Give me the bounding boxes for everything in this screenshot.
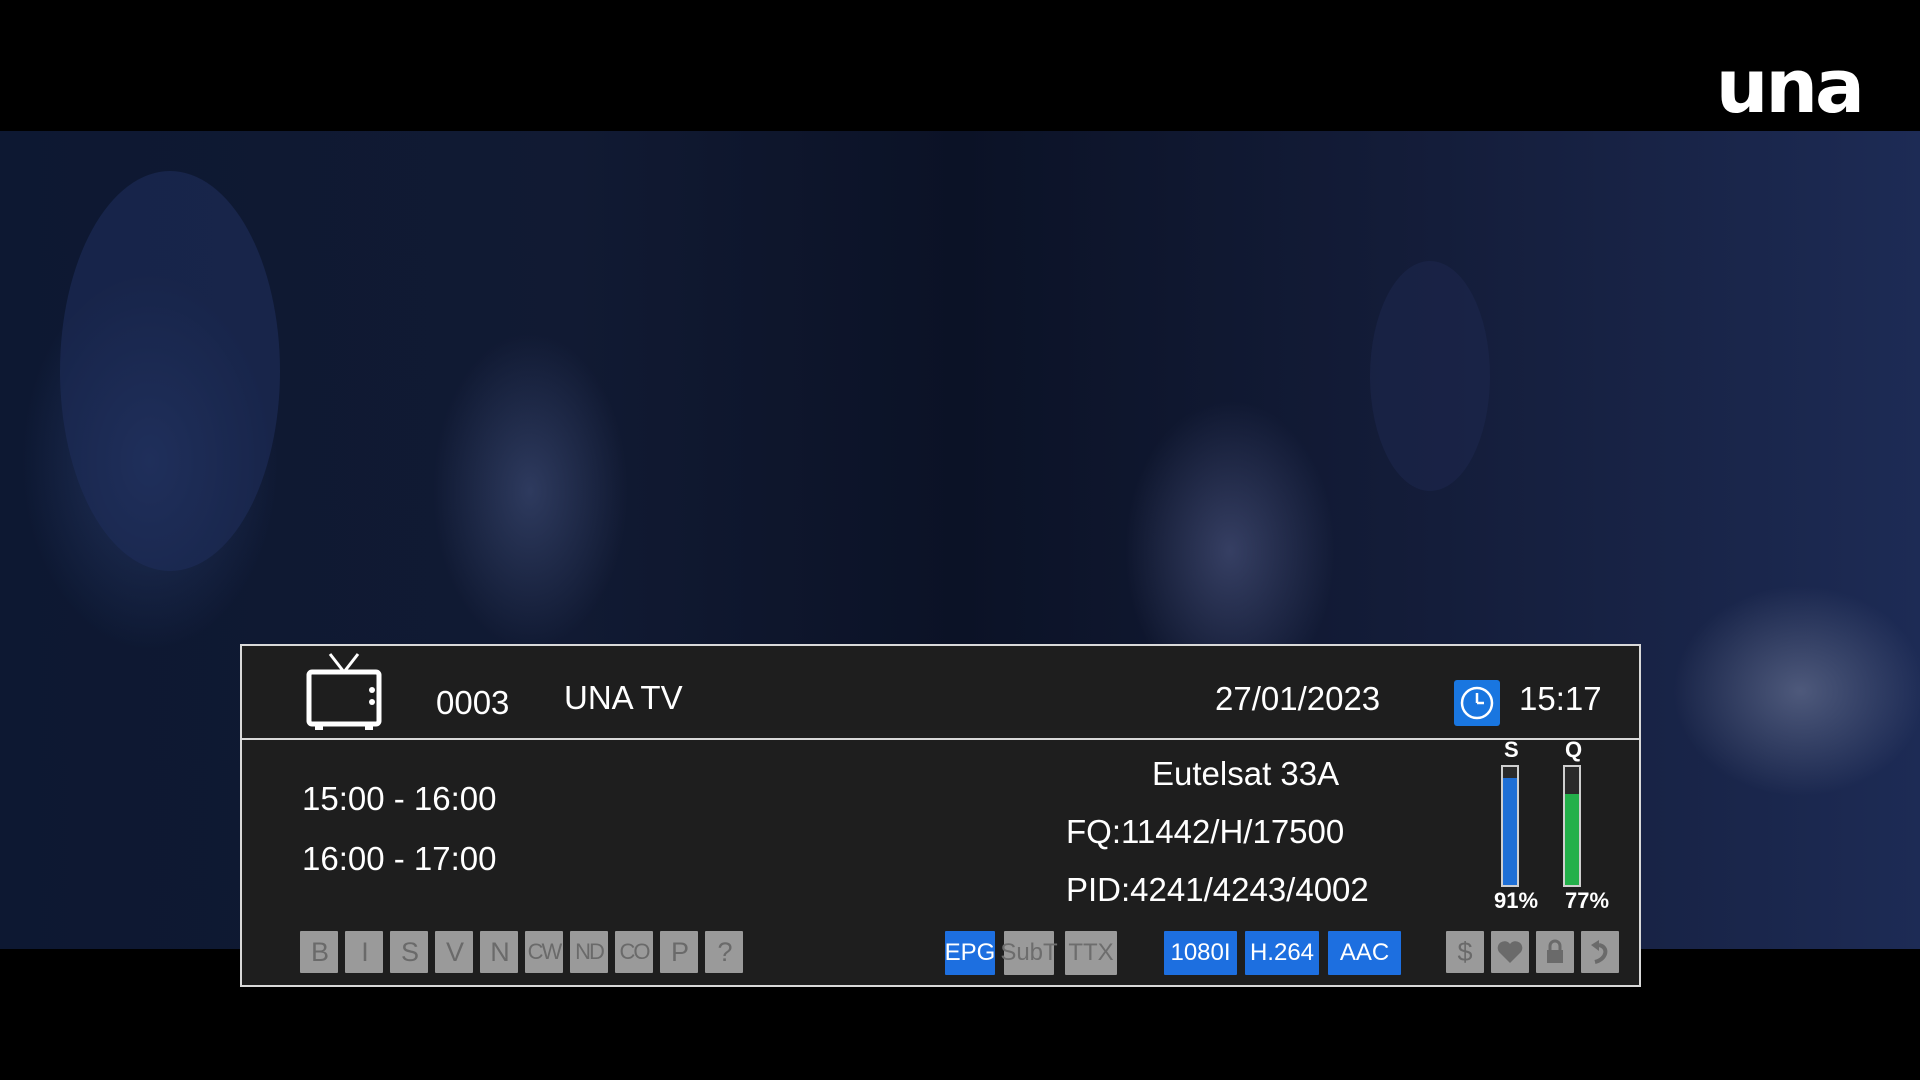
banner-header: 0003 UNA TV 27/01/2023 15:17 xyxy=(242,646,1639,740)
video-codec-badge: H.264 xyxy=(1245,931,1319,975)
clock-icon xyxy=(1454,680,1500,726)
heart-icon xyxy=(1491,931,1529,973)
signal-quality-value: 77% xyxy=(1565,888,1610,913)
flag-help: ? xyxy=(705,931,743,973)
skip-icon xyxy=(1581,931,1619,973)
flag-v: V xyxy=(435,931,473,973)
flag-b: B xyxy=(300,931,338,973)
teletext-badge: TTX xyxy=(1065,931,1117,975)
tv-icon xyxy=(306,653,382,730)
video-figure-left xyxy=(60,171,280,571)
signal-quality-label: Q xyxy=(1565,737,1583,762)
service-flags: B I S V N CW ND CO P ? xyxy=(300,931,743,973)
signal-strength-value: 91% xyxy=(1494,888,1539,913)
audio-codec-badge: AAC xyxy=(1328,931,1401,975)
pid-info: PID:4241/4243/4002 xyxy=(1066,871,1369,908)
flag-co: CO xyxy=(615,931,653,973)
current-time: 15:17 xyxy=(1519,680,1602,717)
epg-badge: EPG xyxy=(945,931,995,975)
channel-logo: una xyxy=(1715,44,1865,130)
flag-cw: CW xyxy=(525,931,563,973)
satellite-name: Eutelsat 33A xyxy=(1152,755,1340,792)
epg-next-time: 16:00 - 17:00 xyxy=(302,840,497,877)
channel-name: UNA TV xyxy=(564,679,683,716)
flag-s: S xyxy=(390,931,428,973)
flag-i: I xyxy=(345,931,383,973)
channel-number: 0003 xyxy=(436,684,510,721)
frequency-info: FQ:11442/H/17500 xyxy=(1066,813,1345,850)
signal-strength-label: S xyxy=(1504,737,1519,762)
epg-now-time: 15:00 - 16:00 xyxy=(302,780,497,817)
lock-icon xyxy=(1536,931,1574,973)
signal-strength-bar xyxy=(1501,765,1519,887)
flag-nd: ND xyxy=(570,931,608,973)
pay-icon: $ xyxy=(1446,931,1484,973)
flag-p: P xyxy=(660,931,698,973)
info-banner: 0003 UNA TV 27/01/2023 15:17 15:00 - 16:… xyxy=(240,644,1641,987)
signal-strength-fill xyxy=(1503,777,1517,885)
subtitle-badge: SubT xyxy=(1000,931,1058,975)
flag-n: N xyxy=(480,931,518,973)
signal-quality-bar xyxy=(1563,765,1581,887)
current-date: 27/01/2023 xyxy=(1215,680,1381,717)
video-figure-right xyxy=(1370,261,1490,491)
signal-quality-fill xyxy=(1565,794,1579,885)
resolution-badge: 1080I xyxy=(1164,931,1237,975)
